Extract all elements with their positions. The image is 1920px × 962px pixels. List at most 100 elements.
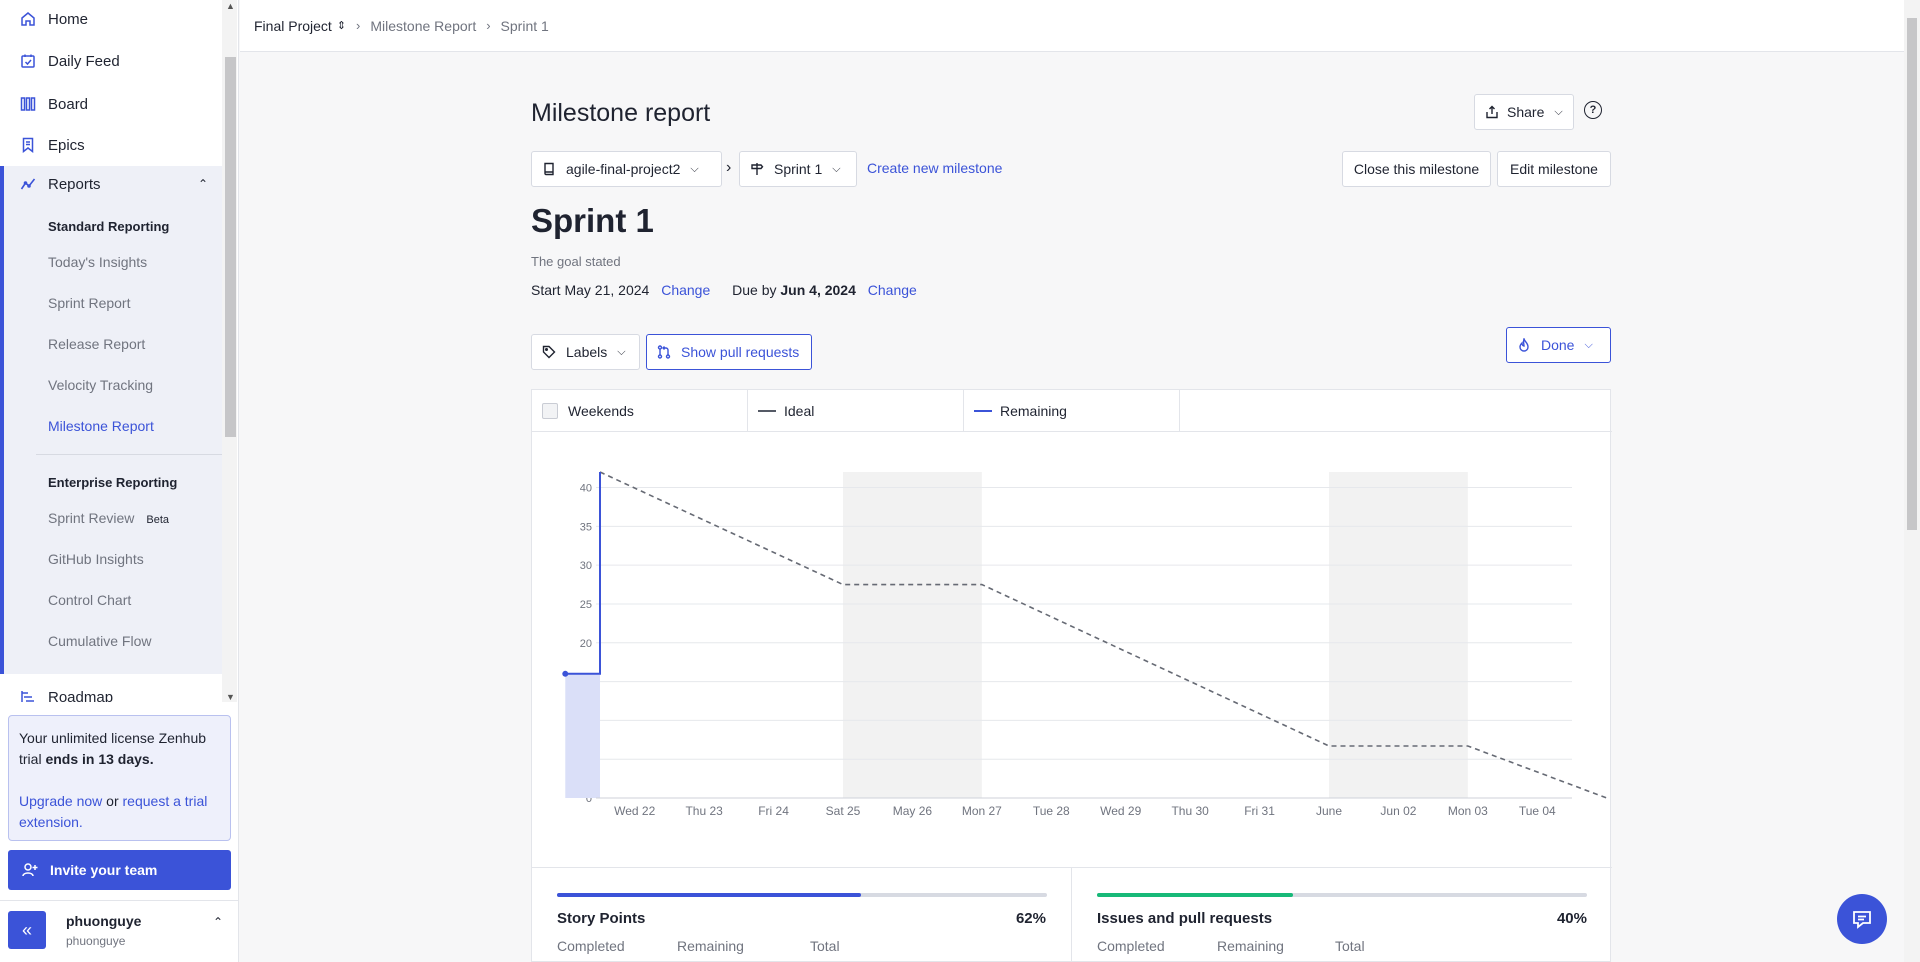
user-handle: phuonguye: [66, 934, 126, 948]
stat-title: Story Points: [557, 910, 646, 927]
edit-milestone-button[interactable]: Edit milestone: [1497, 151, 1611, 187]
sidebar-item-daily-feed[interactable]: Daily Feed: [0, 43, 222, 79]
burndown-chart-card: Weekends Ideal Remaining 051015202530354…: [531, 389, 1612, 962]
help-icon[interactable]: ?: [1584, 101, 1602, 119]
scroll-up-arrow-icon[interactable]: ▲: [226, 1, 235, 11]
sidebar-item-label: Home: [48, 10, 89, 28]
chevron-down-icon: ⌵: [617, 345, 626, 358]
upgrade-link[interactable]: Upgrade now: [19, 793, 102, 809]
beta-badge: Beta: [146, 514, 170, 526]
change-due-link[interactable]: Change: [868, 282, 917, 298]
chat-support-button[interactable]: [1837, 894, 1887, 944]
sidebar-scrollbar[interactable]: ▲ ▼: [222, 0, 237, 702]
sidebar-nav: Home Daily Feed Board Epics Reports ⌃ St…: [0, 0, 222, 702]
sidebar-item-release-report[interactable]: Release Report: [48, 336, 145, 352]
sort-arrows-icon[interactable]: ⇕: [337, 19, 346, 32]
due-label: Due by: [732, 282, 777, 298]
legend-remaining[interactable]: Remaining: [964, 390, 1180, 432]
change-start-link[interactable]: Change: [661, 282, 710, 298]
stat-col-remaining: Remaining: [1217, 938, 1284, 954]
remaining-point[interactable]: [562, 670, 569, 677]
x-tick-label: Tue 28: [1033, 804, 1070, 818]
page-title: Milestone report: [531, 99, 711, 127]
y-tick-label: 35: [580, 521, 592, 533]
sidebar-item-cumulative-flow[interactable]: Cumulative Flow: [48, 633, 151, 649]
milestone-select-value: Sprint 1: [774, 161, 823, 177]
stat-percent: 40%: [1556, 910, 1587, 927]
sidebar-item-roadmap[interactable]: Roadmap: [0, 679, 222, 702]
legend-ideal-label: Ideal: [784, 403, 815, 419]
weekend-band: [1329, 472, 1468, 798]
sidebar-item-label: Board: [48, 95, 89, 113]
x-tick-label: Wed 22: [614, 804, 655, 818]
calendar-check-icon: [20, 53, 36, 69]
x-tick-label: Jun 02: [1380, 804, 1416, 818]
breadcrumb-report[interactable]: Milestone Report: [370, 18, 476, 34]
done-select[interactable]: Done ⌵: [1506, 327, 1611, 363]
sidebar-item-velocity-tracking[interactable]: Velocity Tracking: [48, 377, 153, 393]
issues-stat: Issues and pull requests 40% Completed R…: [1072, 868, 1612, 962]
sidebar-item-label: Sprint Review: [48, 510, 135, 526]
sidebar: Home Daily Feed Board Epics Reports ⌃ St…: [0, 0, 239, 962]
weekend-band: [843, 472, 982, 798]
chart-legend: Weekends Ideal Remaining: [532, 390, 1612, 432]
sidebar-item-sprint-report[interactable]: Sprint Report: [48, 295, 130, 311]
sidebar-item-milestone-report[interactable]: Milestone Report: [48, 418, 154, 434]
stat-percent: 62%: [1015, 910, 1046, 927]
labels-filter-button[interactable]: Labels ⌵: [531, 334, 640, 370]
pull-request-icon: [657, 345, 671, 359]
sidebar-item-reports[interactable]: Reports ⌃: [0, 166, 222, 202]
start-date: May 21, 2024: [564, 282, 650, 298]
sidebar-item-control-chart[interactable]: Control Chart: [48, 592, 131, 608]
invite-team-button[interactable]: Invite your team: [8, 850, 231, 890]
x-tick-label: Thu 30: [1171, 804, 1209, 818]
share-icon: [1486, 105, 1498, 119]
chevron-right-icon: ›: [726, 159, 732, 176]
share-label: Share: [1507, 104, 1545, 120]
stats-row: Story Points 62% Completed Remaining Tot…: [532, 867, 1612, 962]
close-milestone-button[interactable]: Close this milestone: [1342, 151, 1491, 187]
weekends-checkbox[interactable]: [542, 403, 558, 419]
x-tick-label: Fri 24: [758, 804, 789, 818]
share-button[interactable]: Share ⌵: [1474, 94, 1574, 130]
chevron-up-icon[interactable]: ⌃: [213, 915, 223, 929]
milestone-select[interactable]: Sprint 1 ⌵: [739, 151, 857, 187]
remaining-area: [565, 673, 600, 798]
page-scrollbar-thumb[interactable]: [1907, 18, 1917, 530]
legend-ideal[interactable]: Ideal: [748, 390, 964, 432]
sidebar-item-github-insights[interactable]: GitHub Insights: [48, 551, 144, 567]
y-tick-label: 30: [580, 560, 592, 572]
scroll-down-arrow-icon[interactable]: ▼: [226, 692, 235, 702]
stat-columns: Completed Remaining Total: [557, 938, 840, 954]
chevron-down-icon: ⌵: [1554, 105, 1563, 118]
sidebar-item-epics[interactable]: Epics: [0, 127, 222, 163]
stat-col-completed: Completed: [557, 938, 625, 954]
breadcrumb-project[interactable]: Final Project: [254, 18, 332, 34]
create-milestone-link[interactable]: Create new milestone: [867, 160, 1002, 176]
chevron-down-icon: ⌵: [690, 162, 699, 175]
chevron-right-icon: ›: [356, 18, 361, 33]
story-points-progress-fill: [557, 893, 861, 897]
legend-weekends[interactable]: Weekends: [532, 390, 748, 432]
show-pull-requests-button[interactable]: Show pull requests: [646, 334, 812, 370]
sidebar-scrollbar-thumb[interactable]: [225, 57, 236, 437]
sidebar-item-sprint-review[interactable]: Sprint Review Beta: [48, 510, 169, 526]
enterprise-reporting-heading: Enterprise Reporting: [48, 475, 178, 490]
sidebar-item-board[interactable]: Board: [0, 86, 222, 122]
x-tick-label: Thu 23: [685, 804, 723, 818]
stat-col-completed: Completed: [1097, 938, 1165, 954]
sidebar-item-label: Roadmap: [48, 688, 114, 703]
sidebar-item-label: Epics: [48, 136, 85, 154]
ideal-line-swatch: [758, 410, 776, 412]
sidebar-item-home[interactable]: Home: [0, 1, 222, 37]
flame-icon: [1519, 338, 1529, 352]
issues-progress-fill: [1097, 893, 1293, 897]
sidebar-item-label: Daily Feed: [48, 52, 120, 70]
page-scrollbar[interactable]: [1904, 0, 1920, 962]
sidebar-item-todays-insights[interactable]: Today's Insights: [48, 254, 147, 270]
repo-select[interactable]: agile-final-project2 ⌵: [531, 151, 722, 187]
y-tick-label: 40: [580, 483, 592, 495]
user-menu[interactable]: « phuonguye phuonguye ⌃: [0, 900, 239, 962]
collapse-sidebar-button[interactable]: «: [8, 911, 46, 949]
chevron-up-icon[interactable]: ⌃: [198, 177, 208, 191]
